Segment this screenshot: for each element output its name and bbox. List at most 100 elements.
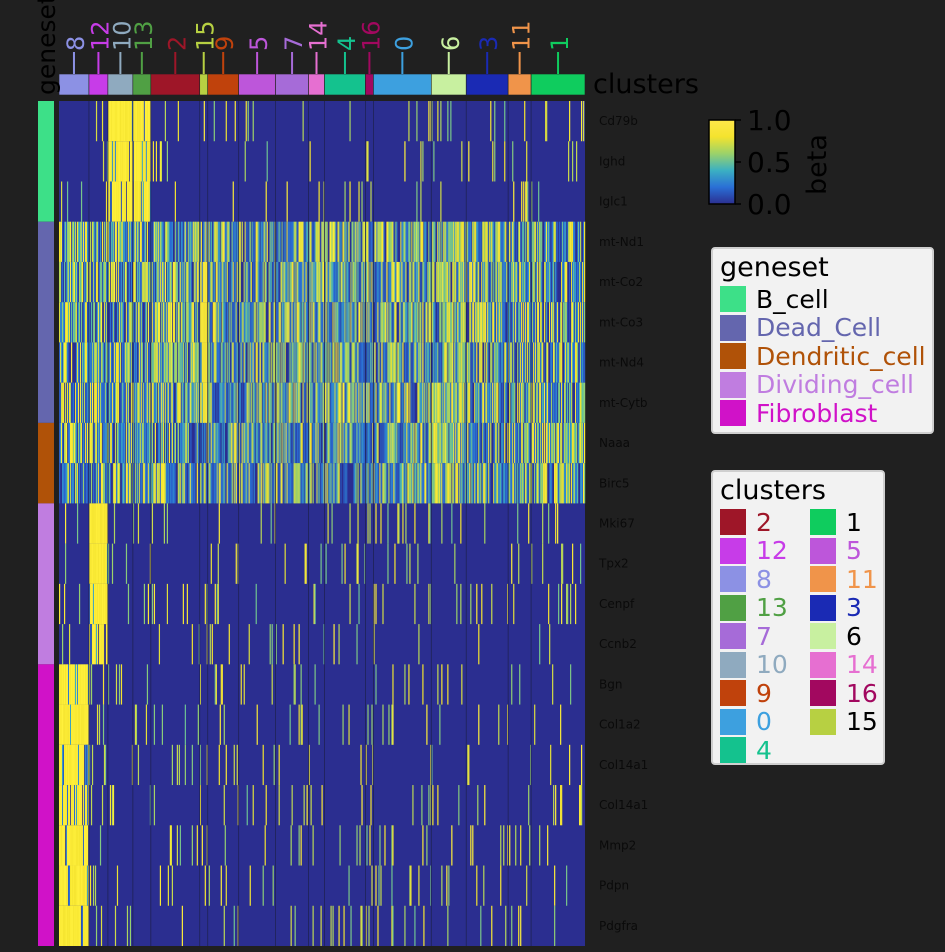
heatmap-cell — [426, 704, 428, 745]
cluster-annotation-15 — [199, 73, 209, 96]
heatmap-cell — [100, 302, 103, 343]
heatmap-cell — [204, 865, 206, 906]
heatmap-cell — [468, 141, 470, 182]
heatmap-cell — [219, 704, 221, 745]
heatmap-cell — [410, 261, 412, 303]
heatmap-cell — [361, 463, 363, 504]
heatmap-cell — [327, 342, 329, 383]
heatmap-cell — [224, 463, 226, 504]
heatmap-cell — [223, 905, 225, 946]
heatmap-cell — [234, 101, 236, 142]
heatmap-cell — [213, 101, 215, 142]
heatmap-cell — [468, 744, 470, 786]
heatmap-cell — [253, 463, 255, 504]
heatmap-cell — [109, 785, 112, 826]
gene-label: Ccnb2 — [599, 637, 637, 651]
heatmap-cell — [514, 221, 516, 262]
heatmap-cell — [74, 221, 77, 262]
heatmap-cell — [64, 543, 67, 584]
heatmap-cell — [534, 704, 536, 745]
heatmap-cell — [515, 825, 517, 866]
cluster-label-13: 13 — [130, 20, 158, 51]
cluster-label-3: 3 — [475, 36, 503, 51]
heatmap-cell — [584, 422, 586, 464]
heatmap-cell — [426, 382, 428, 423]
heatmap-cell — [262, 744, 264, 786]
heatmap-cell — [162, 422, 164, 464]
heatmap-cell — [475, 261, 477, 303]
heatmap-cell — [196, 825, 198, 866]
heatmap-cell — [426, 825, 428, 866]
heatmap-cell — [467, 422, 469, 464]
heatmap-cell — [224, 302, 226, 343]
heatmap-cell — [89, 221, 92, 262]
heatmap-cell — [225, 382, 227, 423]
heatmap-cell — [549, 624, 551, 665]
heatmap-cell — [218, 503, 220, 544]
heatmap-cell — [80, 302, 83, 343]
heatmap-cell — [159, 865, 162, 906]
heatmap-cell — [64, 382, 67, 423]
heatmap-cell — [344, 181, 346, 222]
heatmap-cell — [490, 101, 492, 142]
heatmap-cell — [224, 825, 226, 866]
heatmap-cell — [102, 342, 105, 383]
heatmap-cell — [335, 342, 337, 383]
heatmap-cell — [405, 342, 407, 383]
heatmap-cell — [512, 141, 514, 182]
heatmap-cell — [553, 785, 555, 826]
heatmap-cell — [407, 382, 409, 423]
heatmap-cell — [306, 382, 308, 423]
heatmap-cell — [328, 382, 330, 423]
geneset-bar-Dividing_cell — [38, 503, 54, 665]
geneset-legend-item: Dead_Cell — [713, 313, 932, 342]
heatmap-cell — [412, 463, 414, 504]
heatmap-cell — [252, 785, 254, 826]
heatmap-cell — [77, 382, 80, 423]
heatmap-cell — [90, 664, 93, 705]
heatmap-cell — [301, 422, 303, 464]
heatmap-cell — [480, 905, 482, 946]
heatmap-cell — [208, 342, 210, 383]
heatmap-cell — [325, 302, 327, 343]
heatmap-cell — [171, 865, 173, 906]
heatmap-cell — [300, 664, 302, 705]
cluster-annotation-7 — [275, 73, 309, 96]
cluster-legend-item: 8 — [713, 565, 803, 594]
cluster-annotation-3 — [465, 73, 509, 96]
heatmap-cell — [61, 624, 64, 665]
heatmap-cell — [484, 342, 486, 383]
heatmap-cell — [539, 624, 541, 665]
heatmap-cell — [176, 825, 178, 866]
heatmap-cell — [332, 905, 334, 946]
gene-label: mt-Nd1 — [599, 235, 644, 249]
heatmap-cell — [270, 261, 272, 303]
heatmap-cell — [576, 422, 578, 464]
cluster-legend-item: 5 — [803, 536, 883, 565]
heatmap-cell — [127, 382, 130, 423]
heatmap-cell — [501, 463, 503, 504]
heatmap-cell — [382, 704, 384, 745]
heatmap-cell — [168, 422, 170, 464]
heatmap-cell — [291, 785, 293, 826]
heatmap-cell — [357, 503, 359, 544]
heatmap-cell — [393, 221, 395, 262]
cluster-legend-item: 14 — [803, 650, 883, 679]
heatmap-cell — [68, 785, 71, 826]
heatmap-cell — [518, 543, 520, 584]
gene-label: Naaa — [599, 436, 630, 450]
heatmap-cell — [428, 583, 430, 625]
heatmap-cell — [523, 181, 525, 222]
heatmap-cell — [412, 785, 414, 826]
heatmap-cell — [134, 261, 137, 303]
heatmap-cell — [515, 463, 517, 504]
heatmap-cell — [111, 422, 114, 464]
heatmap-cell — [367, 704, 369, 745]
heatmap-cell — [91, 744, 94, 786]
heatmap-cell — [141, 342, 144, 383]
heatmap-cell — [345, 221, 347, 262]
clusters-axis-title: clusters — [593, 69, 699, 100]
heatmap-cell — [418, 261, 420, 303]
heatmap-cell — [349, 342, 351, 383]
heatmap-cell — [523, 463, 525, 504]
